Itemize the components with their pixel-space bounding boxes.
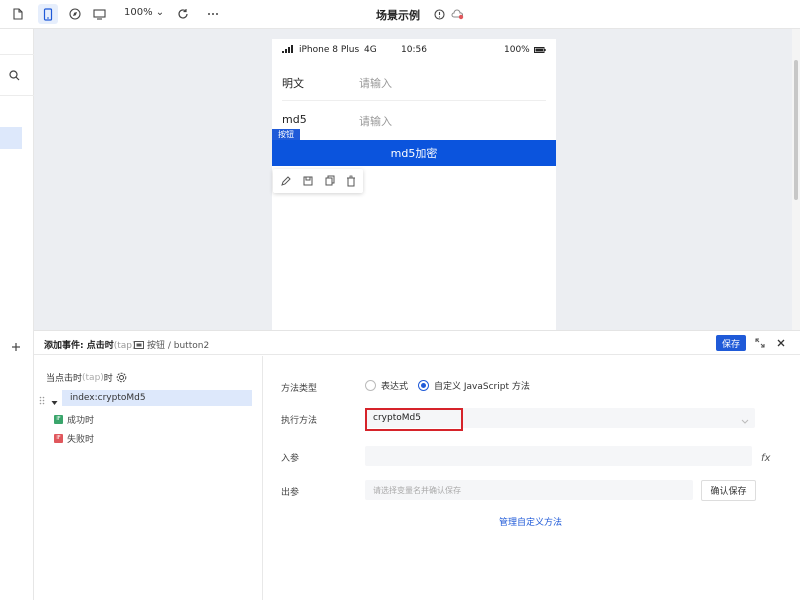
- zoom-select[interactable]: 100% ⌄: [124, 7, 164, 18]
- expand-icon[interactable]: [754, 337, 766, 349]
- formula-fx-icon[interactable]: fx: [761, 453, 770, 464]
- settings-gear-icon[interactable]: [116, 372, 127, 383]
- component-icon: [134, 340, 144, 349]
- scrollbar-thumb[interactable]: [794, 60, 798, 200]
- top-toolbar: 100% ⌄ 场景示例: [0, 0, 800, 29]
- event-action-item[interactable]: index:cryptoMd5: [62, 390, 252, 406]
- edit-icon[interactable]: [279, 174, 293, 188]
- phone-view-icon[interactable]: [38, 4, 58, 24]
- radio-circle-selected: [418, 380, 429, 391]
- output-param-field[interactable]: 请选择变量名并确认保存: [365, 480, 693, 500]
- confirm-save-button[interactable]: 确认保存: [701, 480, 756, 501]
- md5-encrypt-button[interactable]: md5加密: [272, 140, 556, 166]
- cloud-error-icon[interactable]: [447, 4, 467, 24]
- new-page-icon[interactable]: [8, 4, 28, 24]
- panel-header: 添加事件: 点击时(tap) 按钮 / button2 保存: [34, 331, 800, 355]
- sidebar-divider: [0, 95, 34, 96]
- event-tree-header: 当点击时 (tap) 时: [46, 371, 127, 384]
- close-icon[interactable]: [775, 337, 787, 349]
- caret-down-icon[interactable]: [51, 395, 58, 409]
- if-badge: IF: [54, 415, 63, 424]
- status-bar: iPhone 8 Plus 4G 10:56 100%: [272, 39, 556, 61]
- zoom-value: 100%: [124, 7, 153, 18]
- sidebar-item-selected[interactable]: [0, 127, 22, 149]
- delete-icon[interactable]: [344, 174, 358, 188]
- highlight-box: [365, 408, 463, 431]
- exec-method-label: 执行方法: [281, 416, 318, 426]
- sub-event-label: 失败时: [67, 435, 95, 445]
- save-button-label: 保存: [721, 339, 740, 350]
- desktop-view-icon[interactable]: [89, 4, 109, 24]
- sub-event-success[interactable]: IF 成功时: [54, 413, 94, 426]
- refresh-icon[interactable]: [173, 4, 193, 24]
- more-icon[interactable]: [203, 4, 223, 24]
- component-floating-toolbar: [273, 169, 363, 193]
- battery-label: 100%: [504, 45, 530, 55]
- battery-icon: [534, 46, 546, 56]
- page-title: 场景示例: [376, 9, 420, 22]
- sidebar-divider: [0, 54, 34, 55]
- component-path-label: 按钮 / button2: [147, 341, 210, 351]
- manage-custom-methods-link[interactable]: 管理自定义方法: [499, 515, 562, 528]
- component-path: 按钮 / button2: [134, 338, 209, 351]
- if-badge: IF: [54, 434, 63, 443]
- carrier-label: iPhone 8 Plus: [299, 45, 360, 55]
- add-icon[interactable]: [6, 337, 26, 357]
- panel-title: 添加事件: 点击时(tap): [44, 338, 136, 351]
- md5-input[interactable]: 请输入: [359, 113, 392, 129]
- input-param-field[interactable]: [365, 446, 752, 466]
- search-icon[interactable]: [4, 65, 24, 85]
- chevron-down-icon: [741, 414, 749, 424]
- panel-title-main: 添加事件: 点击时: [44, 341, 114, 351]
- row-label: md5: [282, 113, 307, 126]
- method-type-label: 方法类型: [281, 384, 318, 394]
- signal-icon: [282, 45, 293, 56]
- clock-label: 10:56: [401, 45, 427, 55]
- panel-title-tap: (tap): [113, 341, 136, 351]
- event-panel: 添加事件: 点击时(tap) 按钮 / button2 保存 当点击时 (tap)…: [34, 330, 800, 600]
- event-head-tap: (tap): [82, 372, 104, 383]
- sub-event-failure[interactable]: IF 失败时: [54, 432, 94, 445]
- network-label: 4G: [364, 45, 377, 55]
- radio-custom-js[interactable]: 自定义 JavaScript 方法: [418, 379, 530, 392]
- input-param-label: 入参: [281, 454, 300, 464]
- event-head-label: 当点击时: [46, 374, 83, 384]
- radio-custom-js-label: 自定义 JavaScript 方法: [434, 382, 530, 392]
- plaintext-input[interactable]: 请输入: [359, 75, 392, 91]
- save-button[interactable]: 保存: [716, 335, 746, 351]
- event-action-label: index:cryptoMd5: [70, 393, 146, 403]
- event-tree: 当点击时 (tap) 时 index:cryptoMd5 IF 成功时 IF 失败时: [34, 356, 263, 600]
- info-icon[interactable]: [429, 4, 449, 24]
- event-head-suffix: 时: [103, 374, 113, 384]
- radio-expression-label: 表达式: [381, 382, 409, 392]
- sub-event-label: 成功时: [67, 416, 95, 426]
- radio-circle: [365, 380, 376, 391]
- form-row-md5: md5 请输入: [272, 101, 556, 139]
- output-param-label: 出参: [281, 488, 300, 498]
- confirm-save-label: 确认保存: [710, 487, 747, 497]
- output-param-placeholder: 请选择变量名并确认保存: [373, 486, 461, 495]
- save-icon[interactable]: [301, 174, 315, 188]
- row-label: 明文: [282, 77, 304, 90]
- left-sidebar: [0, 29, 34, 600]
- radio-expression[interactable]: 表达式: [365, 379, 408, 392]
- md5-button-label: md5加密: [390, 147, 438, 160]
- copy-icon[interactable]: [323, 174, 337, 188]
- compass-icon[interactable]: [65, 4, 85, 24]
- form-row-plaintext: 明文 请输入: [272, 63, 556, 101]
- drag-handle-icon[interactable]: [39, 394, 45, 408]
